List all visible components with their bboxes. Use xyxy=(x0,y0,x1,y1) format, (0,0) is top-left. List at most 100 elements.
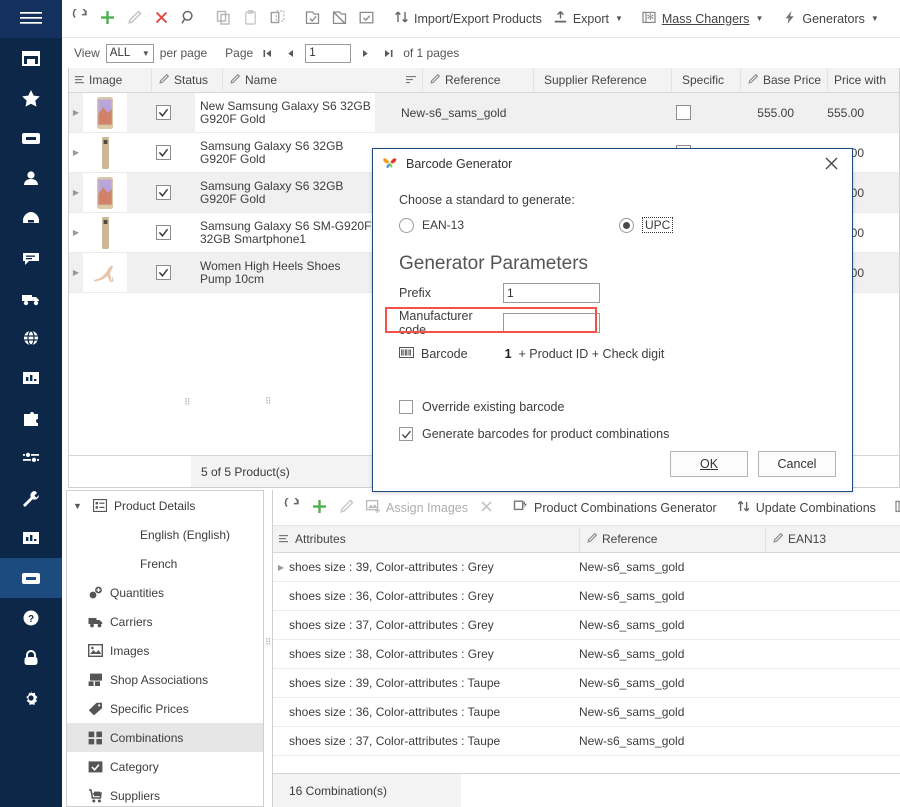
tree-item-carriers[interactable]: Carriers xyxy=(67,607,263,636)
rail-item-localization[interactable] xyxy=(0,318,62,358)
status-checkbox-cell[interactable] xyxy=(131,213,195,252)
status-checkbox[interactable] xyxy=(155,265,171,280)
status-checkbox[interactable] xyxy=(155,105,171,120)
export-button[interactable]: Export ▼ xyxy=(547,4,628,34)
vertical-splitter-handle-top[interactable]: ⠿ xyxy=(265,397,272,406)
edit-button[interactable] xyxy=(121,4,148,34)
rail-item-preferences[interactable] xyxy=(0,438,62,478)
dialog-close-button[interactable] xyxy=(818,154,844,176)
tree-item-shop-associations[interactable]: Shop Associations xyxy=(67,665,263,694)
row-expander[interactable]: ▶ xyxy=(69,213,83,252)
list-item[interactable]: shoes size : 36, Color-attributes : Taup… xyxy=(273,698,900,727)
specific-checkbox-cell[interactable] xyxy=(649,93,718,132)
column-header-reference[interactable]: Reference xyxy=(423,68,533,92)
rail-item-shop[interactable] xyxy=(0,38,62,78)
tree-item-images[interactable]: Images xyxy=(67,636,263,665)
combinations-delete-button[interactable] xyxy=(473,493,500,523)
override-existing-barcode-checkbox-row[interactable]: Override existing barcode xyxy=(399,400,826,414)
mass-button[interactable]: Mas xyxy=(889,493,900,523)
hamburger-menu-button[interactable] xyxy=(0,0,62,38)
invert-selection-button[interactable] xyxy=(353,4,380,34)
cancel-button[interactable]: Cancel xyxy=(758,451,836,477)
dialog-title-bar[interactable]: Barcode Generator xyxy=(373,149,852,179)
mass-changers-button[interactable]: ✻ Mass Changers ▼ xyxy=(636,4,768,34)
list-item[interactable]: ▶ shoes size : 39, Color-attributes : Gr… xyxy=(273,553,900,582)
prev-page-button[interactable] xyxy=(282,44,299,62)
row-expander[interactable]: ▶ xyxy=(273,563,289,572)
row-expander[interactable]: ▶ xyxy=(69,133,83,172)
search-button[interactable] xyxy=(175,4,202,34)
rail-item-products[interactable] xyxy=(0,558,62,598)
select-all-button[interactable] xyxy=(299,4,326,34)
addons-button[interactable]: Addons xyxy=(892,4,900,34)
status-checkbox[interactable] xyxy=(155,185,171,200)
rail-item-help[interactable]: ? xyxy=(0,598,62,638)
delete-button[interactable] xyxy=(148,4,175,34)
tree-item-category[interactable]: Category xyxy=(67,752,263,781)
row-expander[interactable]: ▶ xyxy=(69,93,83,132)
list-item[interactable]: shoes size : 37, Color-attributes : Taup… xyxy=(273,727,900,756)
rail-item-security[interactable] xyxy=(0,638,62,678)
status-checkbox-cell[interactable] xyxy=(131,93,195,132)
column-header-base-price[interactable]: Base Price xyxy=(741,68,827,92)
first-page-button[interactable] xyxy=(259,44,276,62)
combinations-edit-button[interactable] xyxy=(333,493,360,523)
rail-item-modules[interactable] xyxy=(0,398,62,438)
grid-menu-icon-cell[interactable] xyxy=(69,68,84,92)
status-checkbox[interactable] xyxy=(155,225,171,240)
copy-button[interactable] xyxy=(210,4,237,34)
column-header-image[interactable]: Image xyxy=(83,68,151,92)
add-button[interactable] xyxy=(94,4,121,34)
ok-button[interactable]: OK xyxy=(670,451,748,477)
column-header-attributes[interactable]: Attributes xyxy=(289,526,579,552)
tree-item-specific-prices[interactable]: Specific Prices xyxy=(67,694,263,723)
status-checkbox-cell[interactable] xyxy=(131,133,195,172)
column-header-supplier-reference[interactable]: Supplier Reference xyxy=(534,68,671,92)
override-existing-barcode-checkbox[interactable] xyxy=(399,400,413,414)
rail-item-reports[interactable] xyxy=(0,518,62,558)
column-sort-icon-cell[interactable] xyxy=(398,68,422,92)
tree-item-quantities[interactable]: Quantities xyxy=(67,578,263,607)
tree-child-english[interactable]: English (English) xyxy=(67,520,263,549)
combinations-add-button[interactable] xyxy=(306,493,333,523)
radio-ean13[interactable]: EAN-13 xyxy=(399,217,619,233)
row-expander[interactable]: ▶ xyxy=(69,253,83,292)
row-expander[interactable]: ▶ xyxy=(69,173,83,212)
comb-column-options-cell[interactable] xyxy=(273,526,289,552)
chevron-down-icon[interactable]: ▼ xyxy=(73,501,85,511)
horizontal-splitter-handle[interactable]: ⠿ xyxy=(184,398,191,407)
rail-item-customers[interactable] xyxy=(0,158,62,198)
generators-button[interactable]: Generators ▼ xyxy=(776,4,883,34)
rail-item-messages[interactable] xyxy=(0,238,62,278)
import-export-products-button[interactable]: Import/Export Products xyxy=(388,4,547,34)
manufacturer-code-input[interactable] xyxy=(503,313,600,333)
column-header-specific[interactable]: Specific xyxy=(672,68,740,92)
rail-item-stats[interactable] xyxy=(0,358,62,398)
rail-item-stock[interactable] xyxy=(0,198,62,238)
last-page-button[interactable] xyxy=(380,44,397,62)
paste-button[interactable] xyxy=(237,4,264,34)
rail-item-settings[interactable] xyxy=(0,678,62,718)
status-checkbox[interactable] xyxy=(155,145,171,160)
tree-child-french[interactable]: French xyxy=(67,549,263,578)
prefix-input[interactable]: 1 xyxy=(503,283,600,303)
specific-checkbox[interactable] xyxy=(676,105,691,120)
column-header-status[interactable]: Status xyxy=(152,68,222,92)
page-number-input[interactable]: 1 xyxy=(305,43,352,63)
per-page-select[interactable]: ALL ▼ xyxy=(105,43,154,63)
column-header-comb-reference[interactable]: Reference xyxy=(580,526,765,552)
list-item[interactable]: shoes size : 36, Color-attributes : Grey… xyxy=(273,582,900,611)
tree-node-product-details[interactable]: ▼ Product Details xyxy=(67,491,263,520)
refresh-button[interactable] xyxy=(67,4,94,34)
list-item[interactable]: shoes size : 37, Color-attributes : Grey… xyxy=(273,611,900,640)
update-combinations-button[interactable]: Update Combinations xyxy=(730,493,881,523)
vertical-splitter-handle-bottom[interactable]: ⠿ xyxy=(265,638,272,647)
table-row[interactable]: ▶ New Samsung Galaxy S6 32GB G920F Gold … xyxy=(69,93,899,133)
tree-item-suppliers[interactable]: Suppliers xyxy=(67,781,263,806)
generate-combinations-checkbox[interactable] xyxy=(399,427,413,441)
next-page-button[interactable] xyxy=(357,44,374,62)
deselect-all-button[interactable] xyxy=(326,4,353,34)
combinations-refresh-button[interactable] xyxy=(279,493,306,523)
tree-item-combinations[interactable]: Combinations xyxy=(67,723,263,752)
status-checkbox-cell[interactable] xyxy=(131,253,195,292)
